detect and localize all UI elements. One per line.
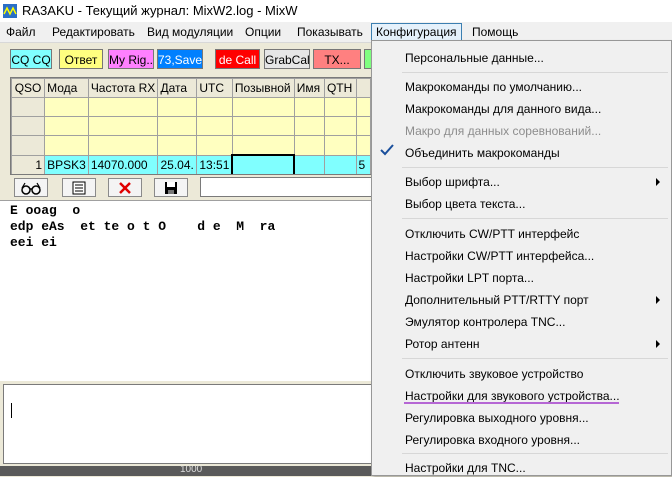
- menu-item-extra-ptt-port[interactable]: Дополнительный PTT/RTTY порт: [405, 291, 589, 309]
- macro-toolbar: CQ CQ Ответ My Rig.. 73,Save de Call Gra…: [0, 43, 374, 76]
- window-title: RA3AKU - Текущий журнал: MixW2.log - Mix…: [22, 3, 298, 18]
- menu-mode[interactable]: Вид модуляции: [143, 24, 237, 40]
- col-name: Имя: [293, 78, 325, 98]
- delete-icon: [119, 182, 131, 194]
- rx-line: E ooag o: [10, 203, 81, 218]
- menu-separator: [402, 167, 668, 168]
- col-callsign: Позывной: [231, 78, 295, 98]
- col-utc: UTC: [196, 78, 233, 98]
- waterfall-scale[interactable]: 1000: [0, 466, 372, 476]
- menu-view[interactable]: Показывать: [293, 24, 367, 40]
- menu-item-personal-data[interactable]: Персональные данные...: [405, 49, 544, 67]
- menu-item-lpt-settings[interactable]: Настройки LPT порта...: [405, 269, 534, 287]
- submenu-arrow-icon: [656, 296, 660, 304]
- notes-icon: [72, 181, 86, 195]
- save-log-button[interactable]: [154, 178, 188, 197]
- extra-cell[interactable]: 5: [355, 154, 371, 174]
- highlight-underline: [404, 402, 619, 404]
- table-row-current[interactable]: 1 BPSK3 14070.000 25.04. 13:51 5: [11, 154, 371, 174]
- mode-cell[interactable]: BPSK3: [44, 154, 89, 174]
- title-bar: RA3AKU - Текущий журнал: MixW2.log - Mix…: [0, 0, 672, 22]
- checkmark-icon: [380, 144, 394, 156]
- date-cell[interactable]: 25.04.: [157, 154, 198, 174]
- table-header-row: QSO Мода Частота RX Дата UTC Позывной Им…: [11, 78, 371, 98]
- transmit-text-window[interactable]: [3, 384, 372, 464]
- my-rig-button[interactable]: My Rig..: [108, 49, 154, 69]
- utc-cell[interactable]: 13:51: [196, 154, 233, 174]
- table-row[interactable]: [11, 135, 371, 156]
- log-table: QSO Мода Частота RX Дата UTC Позывной Им…: [10, 77, 372, 175]
- menu-separator: [402, 358, 668, 359]
- menu-item-text-color[interactable]: Выбор цвета текста...: [405, 195, 525, 213]
- cq-button[interactable]: CQ CQ: [10, 49, 52, 69]
- log-input-field[interactable]: [200, 177, 372, 197]
- menu-configuration[interactable]: Конфигурация: [371, 23, 462, 41]
- menu-item-tnc-settings[interactable]: Настройки для TNC...: [405, 459, 526, 477]
- menu-item-disable-cw-ptt[interactable]: Отключить CW/PTT интерфейс: [405, 225, 579, 243]
- col-extra: [355, 78, 371, 98]
- menu-options[interactable]: Опции: [241, 24, 285, 40]
- menu-item-antenna-rotor[interactable]: Ротор антенн: [405, 335, 480, 353]
- callsign-cell[interactable]: [231, 154, 296, 174]
- menu-item-mode-macros[interactable]: Макрокоманды для данного вида...: [405, 100, 601, 118]
- menu-separator: [402, 218, 668, 219]
- table-row[interactable]: [11, 97, 371, 117]
- delete-button[interactable]: [108, 178, 142, 197]
- menu-item-output-level[interactable]: Регулировка выходного уровня...: [405, 409, 589, 427]
- menu-edit[interactable]: Редактировать: [48, 24, 139, 40]
- col-date: Дата: [157, 78, 198, 98]
- save-73-button[interactable]: 73,Save: [157, 49, 203, 69]
- col-qso: QSO: [11, 78, 46, 98]
- rx-line: edp eAs et te o t O d e M ra: [10, 219, 276, 234]
- menu-item-tnc-emulator[interactable]: Эмулятор контролера TNC...: [405, 313, 565, 331]
- answer-button[interactable]: Ответ: [59, 49, 103, 69]
- de-call-button[interactable]: de Call: [215, 49, 260, 69]
- glasses-icon: [21, 182, 41, 195]
- menu-item-contest-macros: Макро для данных соревнований...: [405, 124, 602, 138]
- log-icon-toolbar: [10, 177, 372, 199]
- col-qth: QTH: [323, 78, 357, 98]
- notes-button[interactable]: [62, 178, 96, 197]
- menu-item-default-macros[interactable]: Макрокоманды по умолчанию...: [405, 78, 582, 96]
- menu-item-input-level[interactable]: Регулировка входного уровня...: [405, 431, 580, 449]
- submenu-arrow-icon: [656, 178, 660, 186]
- save-icon: [165, 182, 177, 194]
- table-row[interactable]: [11, 116, 371, 136]
- receive-text-window[interactable]: E ooag o edp eAs et te o t O d e M ra ee…: [0, 200, 372, 381]
- configuration-menu: Персональные данные... Макрокоманды по у…: [371, 40, 672, 476]
- menu-item-cw-ptt-settings[interactable]: Настройки CW/PTT интерфейса...: [405, 247, 594, 265]
- tx-button[interactable]: TX...: [313, 49, 361, 69]
- name-cell[interactable]: [293, 154, 325, 174]
- menu-item-merge-macros[interactable]: Объединить макрокоманды: [405, 144, 560, 162]
- scale-label: 1000: [180, 466, 203, 475]
- menu-separator: [402, 72, 668, 73]
- menu-item-font-select[interactable]: Выбор шрифта...: [405, 173, 500, 191]
- menu-help[interactable]: Помощь: [468, 24, 522, 40]
- col-freq-rx: Частота RX: [87, 78, 159, 98]
- grab-call-button[interactable]: GrabCall: [264, 49, 310, 69]
- menu-item-disable-sound[interactable]: Отключить звуковое устройство: [405, 365, 583, 383]
- menu-file[interactable]: Файл: [2, 24, 40, 40]
- qso-number: 1: [11, 154, 46, 174]
- freq-cell[interactable]: 14070.000: [87, 154, 159, 174]
- col-mode: Мода: [44, 78, 89, 98]
- qth-cell[interactable]: [323, 154, 357, 174]
- text-caret: [11, 403, 12, 418]
- mixw-app-icon: [3, 4, 17, 18]
- rx-line: eei ei: [10, 235, 57, 250]
- view-log-button[interactable]: [14, 178, 48, 197]
- submenu-arrow-icon: [656, 340, 660, 348]
- menu-separator: [402, 453, 668, 454]
